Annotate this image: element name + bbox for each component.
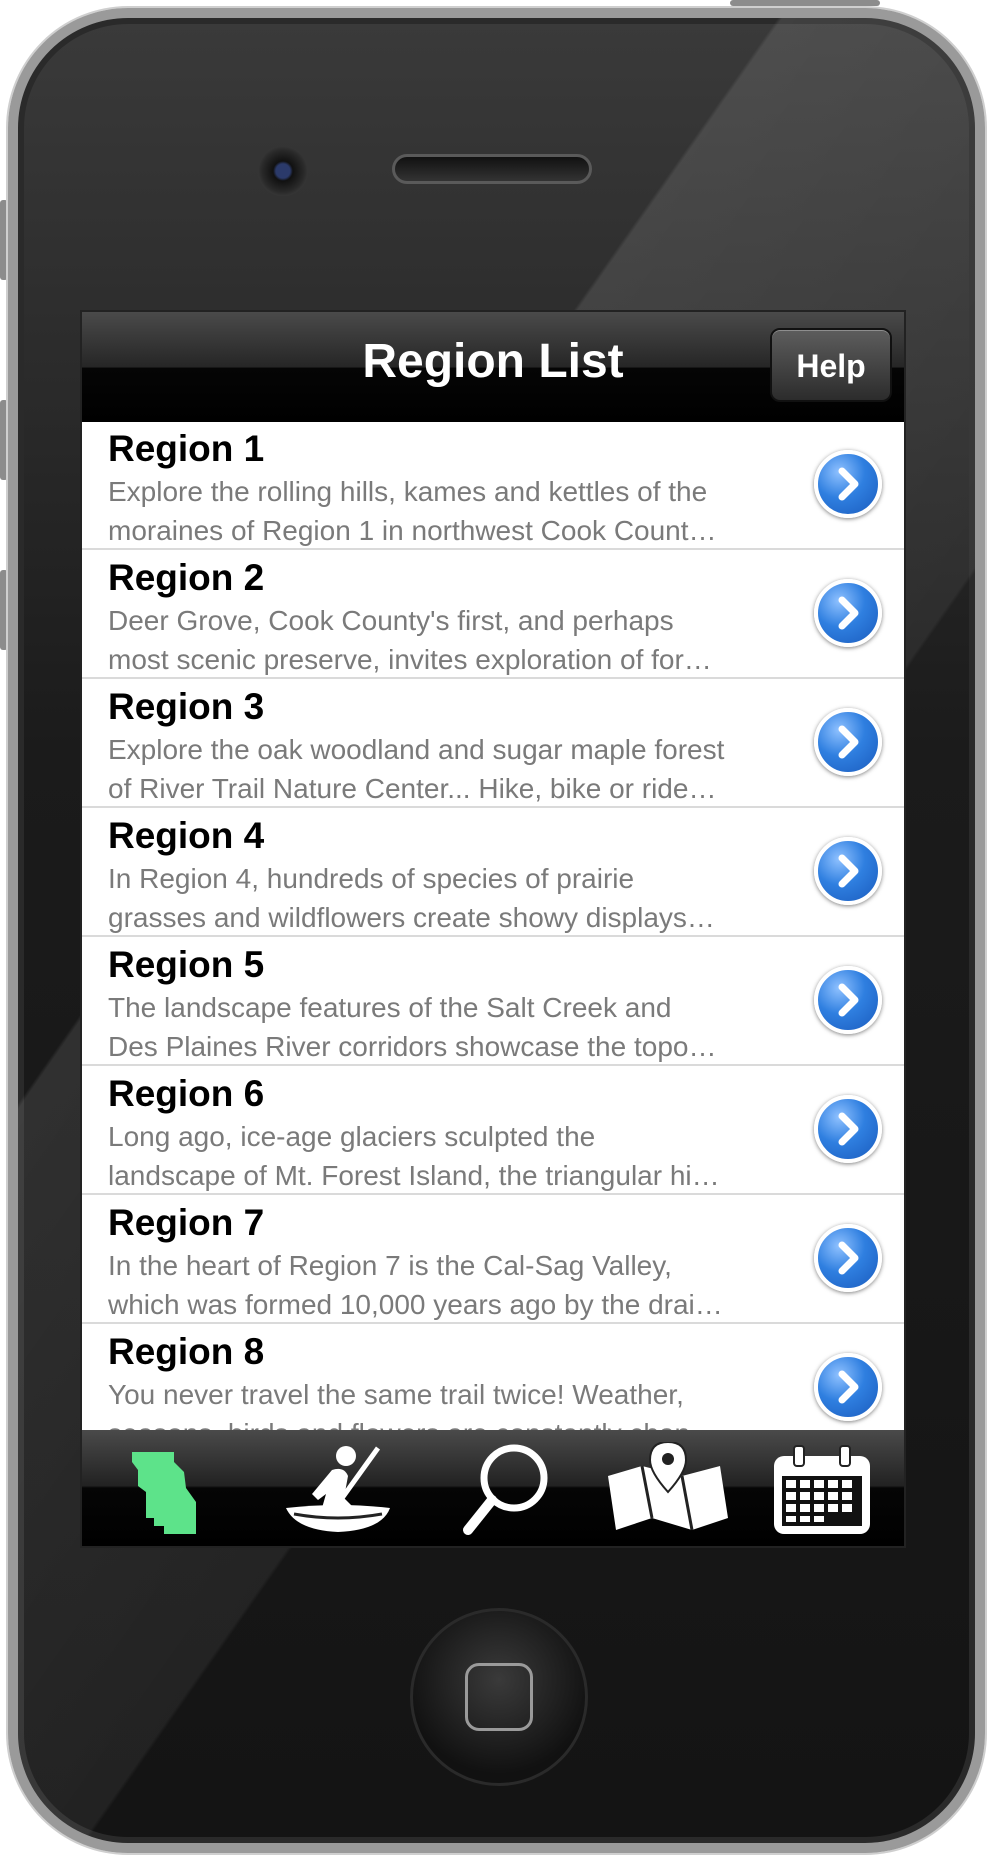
disclosure-chevron-icon[interactable] (814, 708, 882, 776)
region-description: Explore the rolling hills, kames and ket… (108, 476, 717, 546)
disclosure-chevron-icon[interactable] (814, 1224, 882, 1292)
phone-device: Region List Help Region 1 Explore the ro… (0, 0, 993, 1861)
disclosure-chevron-icon[interactable] (814, 450, 882, 518)
disclosure-chevron-icon[interactable] (814, 1353, 882, 1421)
help-button[interactable]: Help (770, 328, 892, 402)
disclosure-chevron-icon[interactable] (814, 1095, 882, 1163)
region-title: Region 3 (108, 686, 265, 727)
map-pin-icon (608, 1440, 728, 1531)
tab-activities[interactable] (282, 1442, 392, 1538)
region-list[interactable]: Region 1 Explore the rolling hills, kame… (82, 422, 904, 1434)
region-row-1[interactable]: Region 1 Explore the rolling hills, kame… (82, 422, 904, 550)
earpiece-speaker (392, 154, 592, 184)
region-description: Deer Grove, Cook County's first, and per… (108, 605, 712, 675)
region-row-3[interactable]: Region 3 Explore the oak woodland and su… (82, 680, 904, 808)
region-description: You never travel the same trail twice! W… (108, 1379, 719, 1434)
region-description: In Region 4, hundreds of species of prai… (108, 863, 715, 933)
region-title: Region 6 (108, 1073, 265, 1114)
region-title: Region 2 (108, 557, 265, 598)
disclosure-chevron-icon[interactable] (814, 966, 882, 1034)
tab-calendar[interactable] (768, 1442, 878, 1538)
region-title: Region 4 (108, 815, 265, 856)
tab-search[interactable] (452, 1442, 562, 1538)
power-button (730, 0, 880, 6)
navigation-bar: Region List Help (82, 312, 904, 422)
tab-regions[interactable] (124, 1442, 234, 1538)
calendar-icon (774, 1445, 870, 1534)
volume-up-button (0, 400, 8, 480)
region-map-icon (132, 1452, 196, 1534)
region-row-7[interactable]: Region 7 In the heart of Region 7 is the… (82, 1196, 904, 1324)
region-title: Region 5 (108, 944, 265, 985)
region-title: Region 8 (108, 1331, 265, 1372)
region-row-2[interactable]: Region 2 Deer Grove, Cook County's first… (82, 551, 904, 679)
region-row-4[interactable]: Region 4 In Region 4, hundreds of specie… (82, 809, 904, 937)
tab-bar (82, 1430, 904, 1546)
region-row-8[interactable]: Region 8 You never travel the same trail… (82, 1325, 904, 1434)
region-description: The landscape features of the Salt Creek… (108, 992, 717, 1062)
mute-switch (0, 200, 8, 280)
tab-map[interactable] (602, 1440, 728, 1538)
disclosure-chevron-icon[interactable] (814, 837, 882, 905)
region-description: Explore the oak woodland and sugar maple… (108, 734, 725, 804)
app-screen: Region List Help Region 1 Explore the ro… (80, 310, 906, 1548)
volume-down-button (0, 570, 8, 650)
front-camera (258, 146, 308, 196)
canoe-icon (286, 1446, 390, 1532)
home-button[interactable] (410, 1608, 588, 1786)
search-icon (463, 1444, 548, 1535)
region-title: Region 1 (108, 428, 265, 469)
region-description: Long ago, ice-age glaciers sculpted the … (108, 1121, 720, 1191)
home-square-icon (465, 1663, 533, 1731)
region-row-6[interactable]: Region 6 Long ago, ice-age glaciers scul… (82, 1067, 904, 1195)
region-description: In the heart of Region 7 is the Cal-Sag … (108, 1250, 723, 1320)
region-row-5[interactable]: Region 5 The landscape features of the S… (82, 938, 904, 1066)
disclosure-chevron-icon[interactable] (814, 579, 882, 647)
region-title: Region 7 (108, 1202, 265, 1243)
